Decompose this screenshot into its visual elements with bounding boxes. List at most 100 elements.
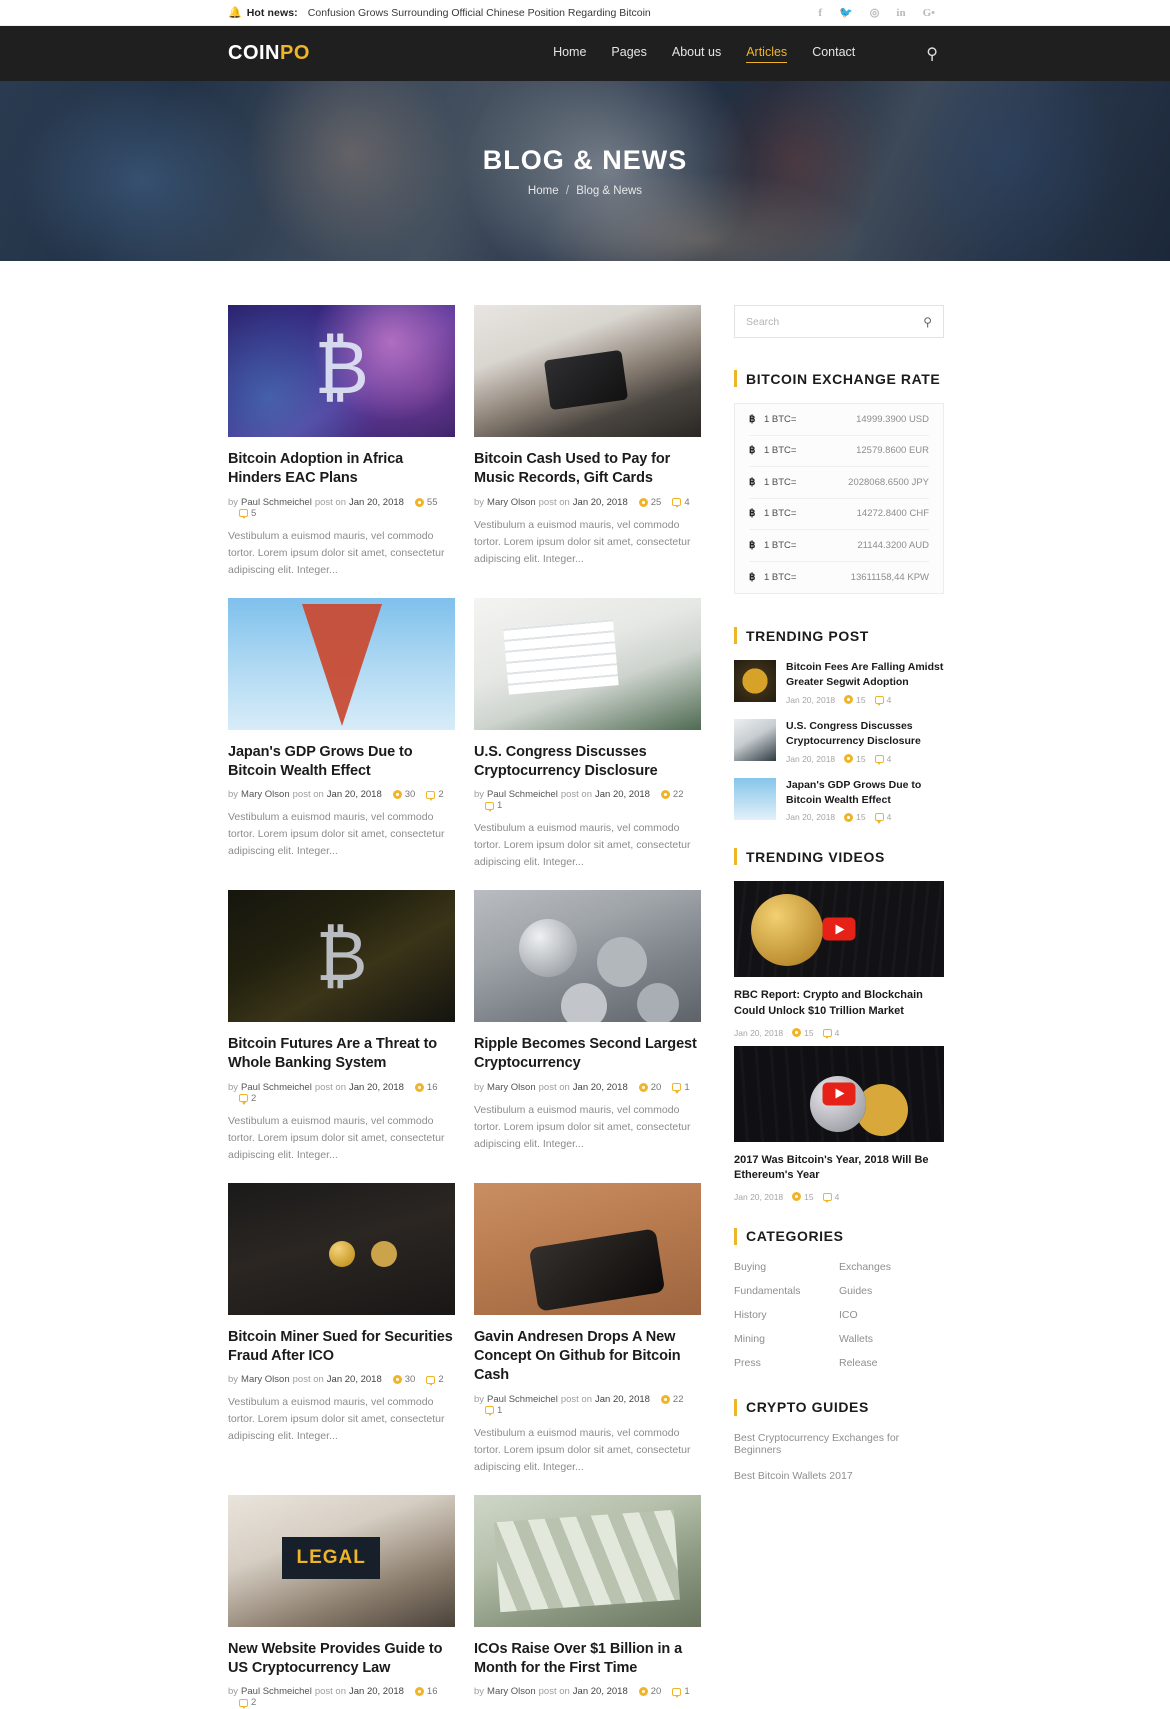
posted-label: post on	[538, 1686, 570, 1698]
article-title[interactable]: Japan's GDP Grows Due to Bitcoin Wealth …	[228, 743, 455, 782]
trending-post-thumbnail[interactable]	[734, 777, 776, 820]
category-link[interactable]: Release	[839, 1357, 944, 1369]
article-author[interactable]: Mary Olson	[487, 1082, 536, 1093]
category-link[interactable]: History	[734, 1309, 839, 1321]
trending-post-title[interactable]: Bitcoin Fees Are Falling Amidst Greater …	[786, 660, 944, 690]
trending-post-title[interactable]: Japan's GDP Grows Due to Bitcoin Wealth …	[786, 778, 944, 808]
article-author[interactable]: Paul Schmeichel	[241, 497, 312, 508]
play-icon[interactable]	[822, 917, 856, 941]
nav-item-pages[interactable]: Pages	[611, 45, 646, 62]
nav-item-about-us[interactable]: About us	[672, 45, 721, 62]
breadcrumb-current: Blog & News	[576, 185, 643, 197]
crypto-guides-list: Best Cryptocurrency Exchanges for Beginn…	[734, 1432, 944, 1482]
hot-news-headline[interactable]: Confusion Grows Surrounding Official Chi…	[308, 7, 651, 19]
article-title[interactable]: Bitcoin Cash Used to Pay for Music Recor…	[474, 450, 701, 489]
category-link[interactable]: Wallets	[839, 1333, 944, 1345]
trending-post-item[interactable]: Japan's GDP Grows Due to Bitcoin Wealth …	[734, 777, 944, 824]
eye-icon	[660, 1394, 670, 1404]
crypto-guide-link[interactable]: Best Cryptocurrency Exchanges for Beginn…	[734, 1432, 944, 1456]
article-thumbnail[interactable]	[474, 1494, 701, 1627]
article-thumbnail[interactable]	[474, 1182, 701, 1315]
article-title[interactable]: Bitcoin Futures Are a Threat to Whole Ba…	[228, 1035, 455, 1074]
video-thumbnail[interactable]	[734, 1045, 944, 1142]
trending-post-item[interactable]: U.S. Congress Discusses Cryptocurrency D…	[734, 718, 944, 766]
article-title[interactable]: U.S. Congress Discusses Cryptocurrency D…	[474, 743, 701, 782]
video-date: Jan 20, 2018	[734, 1191, 784, 1202]
article-thumbnail[interactable]	[228, 1494, 455, 1627]
article-author[interactable]: Mary Olson	[241, 1374, 290, 1385]
article-thumbnail[interactable]	[474, 597, 701, 730]
trending-post-item[interactable]: Bitcoin Fees Are Falling Amidst Greater …	[734, 660, 944, 707]
article-thumbnail[interactable]	[474, 305, 701, 437]
article-meta: by Mary Olson post on Jan 20, 2018 20 1	[474, 1082, 701, 1094]
view-count: 25	[638, 497, 661, 508]
article-title[interactable]: Gavin Andresen Drops A New Concept On Gi…	[474, 1328, 701, 1386]
page-body: Bitcoin Adoption in Africa Hinders EAC P…	[0, 261, 1170, 1709]
by-label: by	[474, 789, 485, 801]
article-title[interactable]: New Website Provides Guide to US Cryptoc…	[228, 1640, 455, 1679]
comment-count: 2	[426, 789, 444, 802]
trending-video-item[interactable]: RBC Report: Crypto and Blockchain Could …	[734, 881, 944, 1040]
sidebar-search[interactable]: ⚲	[734, 305, 944, 338]
article-card[interactable]: Bitcoin Futures Are a Threat to Whole Ba…	[228, 890, 455, 1164]
video-title[interactable]: 2017 Was Bitcoin's Year, 2018 Will Be Et…	[734, 1153, 944, 1184]
article-card[interactable]: U.S. Congress Discusses Cryptocurrency D…	[474, 597, 701, 872]
article-title[interactable]: Bitcoin Adoption in Africa Hinders EAC P…	[228, 450, 455, 489]
article-thumbnail[interactable]	[474, 890, 701, 1023]
breadcrumb-home[interactable]: Home	[528, 185, 559, 197]
category-link[interactable]: Guides	[839, 1285, 944, 1297]
facebook-icon[interactable]: f	[818, 7, 822, 19]
article-title[interactable]: ICOs Raise Over $1 Billion in a Month fo…	[474, 1640, 701, 1679]
trending-post-title[interactable]: U.S. Congress Discusses Cryptocurrency D…	[786, 719, 944, 749]
category-link[interactable]: Mining	[734, 1333, 839, 1345]
eye-icon	[414, 497, 424, 507]
article-thumbnail[interactable]	[228, 305, 455, 437]
article-meta: by Mary Olson post on Jan 20, 2018 25 4	[474, 497, 701, 509]
article-author[interactable]: Paul Schmeichel	[487, 789, 558, 800]
nav-item-articles[interactable]: Articles	[746, 45, 788, 63]
article-author[interactable]: Paul Schmeichel	[487, 1394, 558, 1405]
article-author[interactable]: Mary Olson	[487, 497, 536, 508]
googleplus-icon[interactable]: G•	[923, 7, 935, 19]
trending-post-thumbnail[interactable]	[734, 660, 776, 702]
trending-video-item[interactable]: 2017 Was Bitcoin's Year, 2018 Will Be Et…	[734, 1045, 944, 1204]
article-date: Jan 20, 2018	[326, 789, 382, 801]
category-link[interactable]: Exchanges	[839, 1261, 944, 1273]
video-title[interactable]: RBC Report: Crypto and Blockchain Could …	[734, 988, 944, 1019]
article-author[interactable]: Paul Schmeichel	[241, 1082, 312, 1093]
article-card[interactable]: New Website Provides Guide to US Cryptoc…	[228, 1494, 455, 1709]
search-icon[interactable]: ⚲	[923, 315, 932, 329]
article-author[interactable]: Paul Schmeichel	[241, 1686, 312, 1697]
category-link[interactable]: Buying	[734, 1261, 839, 1273]
category-link[interactable]: Fundamentals	[734, 1285, 839, 1297]
crypto-guide-link[interactable]: Best Bitcoin Wallets 2017	[734, 1470, 944, 1482]
category-link[interactable]: Press	[734, 1357, 839, 1369]
article-author[interactable]: Mary Olson	[487, 1686, 536, 1697]
pinterest-icon[interactable]: ◎	[870, 6, 880, 19]
search-input[interactable]	[746, 315, 924, 328]
article-thumbnail[interactable]	[228, 890, 455, 1023]
category-link[interactable]: ICO	[839, 1309, 944, 1321]
article-card[interactable]: Gavin Andresen Drops A New Concept On Gi…	[474, 1182, 701, 1476]
article-card[interactable]: Bitcoin Miner Sued for Securities Fraud …	[228, 1182, 455, 1476]
nav-item-contact[interactable]: Contact	[812, 45, 855, 62]
article-card[interactable]: Bitcoin Adoption in Africa Hinders EAC P…	[228, 305, 455, 579]
twitter-icon[interactable]: 🐦	[839, 6, 853, 19]
article-author[interactable]: Mary Olson	[241, 789, 290, 800]
article-thumbnail[interactable]	[228, 597, 455, 730]
article-title[interactable]: Bitcoin Miner Sued for Securities Fraud …	[228, 1328, 455, 1367]
article-card[interactable]: ICOs Raise Over $1 Billion in a Month fo…	[474, 1494, 701, 1709]
article-card[interactable]: Japan's GDP Grows Due to Bitcoin Wealth …	[228, 597, 455, 872]
article-thumbnail[interactable]	[228, 1182, 455, 1315]
logo[interactable]: COINPO	[228, 42, 310, 65]
play-icon[interactable]	[822, 1082, 856, 1106]
article-card[interactable]: Ripple Becomes Second Largest Cryptocurr…	[474, 890, 701, 1164]
article-title[interactable]: Ripple Becomes Second Largest Cryptocurr…	[474, 1035, 701, 1074]
trending-videos-list: RBC Report: Crypto and Blockchain Could …	[734, 881, 944, 1204]
video-thumbnail[interactable]	[734, 881, 944, 978]
search-icon[interactable]: ⚲	[926, 44, 938, 64]
article-card[interactable]: Bitcoin Cash Used to Pay for Music Recor…	[474, 305, 701, 579]
nav-item-home[interactable]: Home	[553, 45, 586, 62]
linkedin-icon[interactable]: in	[896, 7, 905, 19]
trending-post-thumbnail[interactable]	[734, 718, 776, 761]
